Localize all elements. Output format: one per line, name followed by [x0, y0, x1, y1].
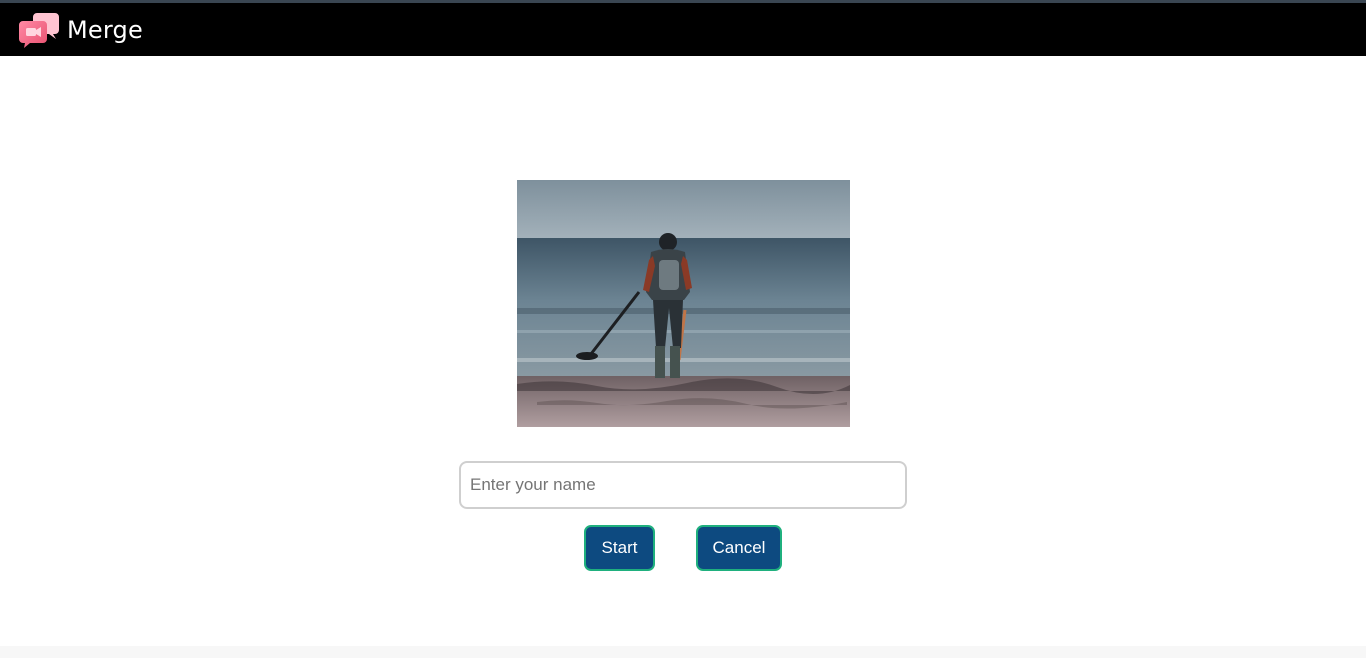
hero-photo — [517, 180, 850, 427]
app-title: Merge — [67, 16, 143, 44]
start-button[interactable]: Start — [584, 525, 655, 571]
name-input[interactable] — [459, 461, 907, 509]
app-header: Merge — [0, 3, 1366, 56]
cancel-button[interactable]: Cancel — [696, 525, 782, 571]
chat-bubbles-icon[interactable] — [19, 11, 59, 49]
main-content: Start Cancel — [0, 56, 1366, 646]
page-bottom-strip — [0, 646, 1366, 658]
